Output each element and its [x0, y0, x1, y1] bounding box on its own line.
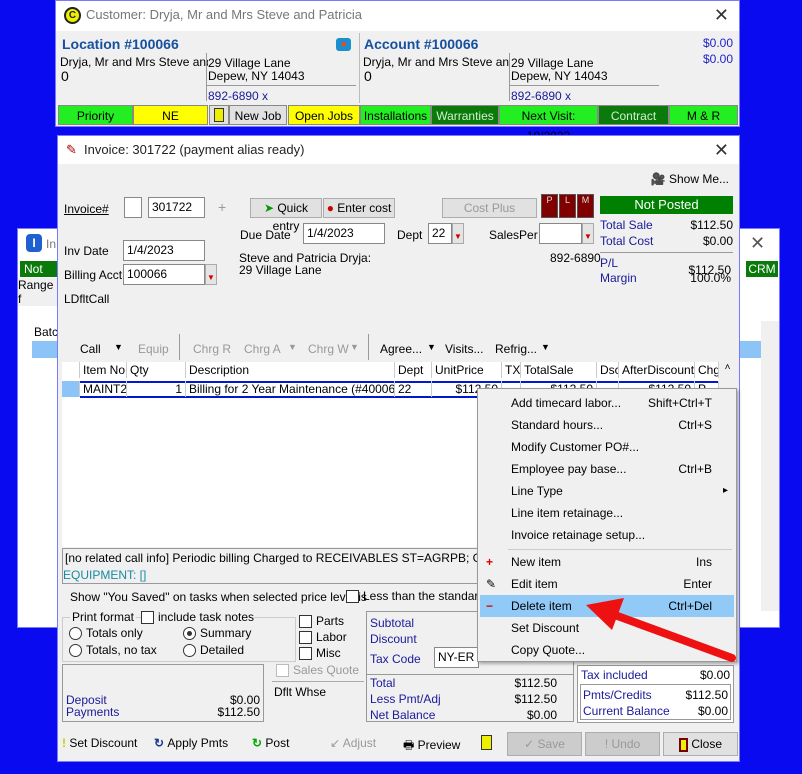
red-arrow-annotation: [586, 598, 736, 662]
arrow-shaft: [608, 610, 736, 662]
